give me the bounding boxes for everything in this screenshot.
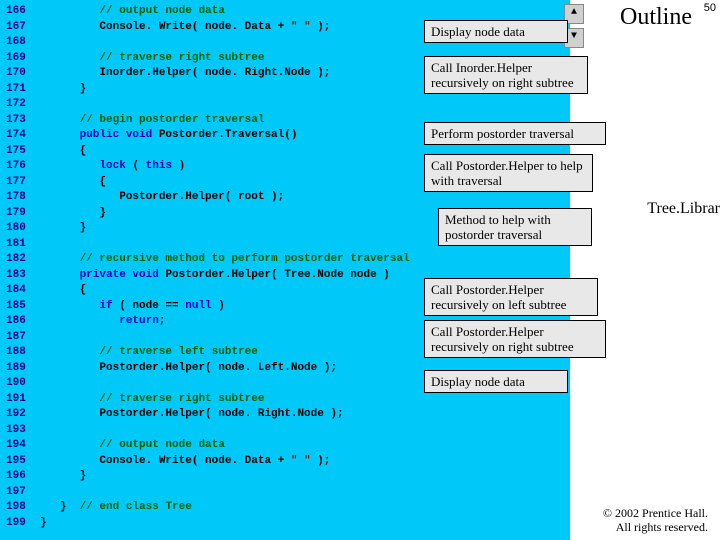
line-number: 175 <box>0 144 40 160</box>
copyright-line-1: © 2002 Prentice Hall. <box>603 506 708 520</box>
line-number: 188 <box>0 345 40 361</box>
line-number: 172 <box>0 97 40 113</box>
callout-box: Perform postorder traversal <box>424 122 606 145</box>
callout-box: Call Inorder.Helper recursively on right… <box>424 56 588 94</box>
line-number: 190 <box>0 376 40 392</box>
callout-box: Call Postorder.Helper to help with trave… <box>424 154 593 192</box>
line-number: 171 <box>0 82 40 98</box>
line-number: 199 <box>0 516 40 532</box>
line-number: 178 <box>0 190 40 206</box>
line-number: 167 <box>0 20 40 36</box>
callout-box: Display node data <box>424 370 568 393</box>
line-number: 183 <box>0 268 40 284</box>
callout-box: Call Postorder.Helper recursively on lef… <box>424 278 598 316</box>
line-number: 181 <box>0 237 40 253</box>
line-number: 170 <box>0 66 40 82</box>
line-number: 185 <box>0 299 40 315</box>
callout-box: Method to help with postorder traversal <box>438 208 592 246</box>
line-number: 198 <box>0 500 40 516</box>
slide-number: 50 <box>704 2 716 14</box>
line-number: 179 <box>0 206 40 222</box>
right-sidebar <box>570 0 720 540</box>
line-number: 182 <box>0 252 40 268</box>
line-number: 174 <box>0 128 40 144</box>
line-number: 187 <box>0 330 40 346</box>
line-number: 177 <box>0 175 40 191</box>
line-number: 194 <box>0 438 40 454</box>
line-number: 186 <box>0 314 40 330</box>
line-number: 192 <box>0 407 40 423</box>
line-number: 195 <box>0 454 40 470</box>
copyright-line-2: All rights reserved. <box>603 520 708 534</box>
outline-heading: Outline <box>620 4 692 31</box>
copyright: © 2002 Prentice Hall. All rights reserve… <box>603 506 708 534</box>
line-number: 173 <box>0 113 40 129</box>
line-number: 168 <box>0 35 40 51</box>
line-number: 196 <box>0 469 40 485</box>
callout-box: Call Postorder.Helper recursively on rig… <box>424 320 606 358</box>
line-number: 169 <box>0 51 40 67</box>
line-number: 189 <box>0 361 40 377</box>
line-number: 191 <box>0 392 40 408</box>
line-number: 166 <box>0 4 40 20</box>
cutoff-label: Tree.Librar <box>647 200 720 218</box>
line-number: 184 <box>0 283 40 299</box>
line-number: 176 <box>0 159 40 175</box>
callout-box: Display node data <box>424 20 568 43</box>
line-number: 197 <box>0 485 40 501</box>
line-number: 180 <box>0 221 40 237</box>
line-number: 193 <box>0 423 40 439</box>
